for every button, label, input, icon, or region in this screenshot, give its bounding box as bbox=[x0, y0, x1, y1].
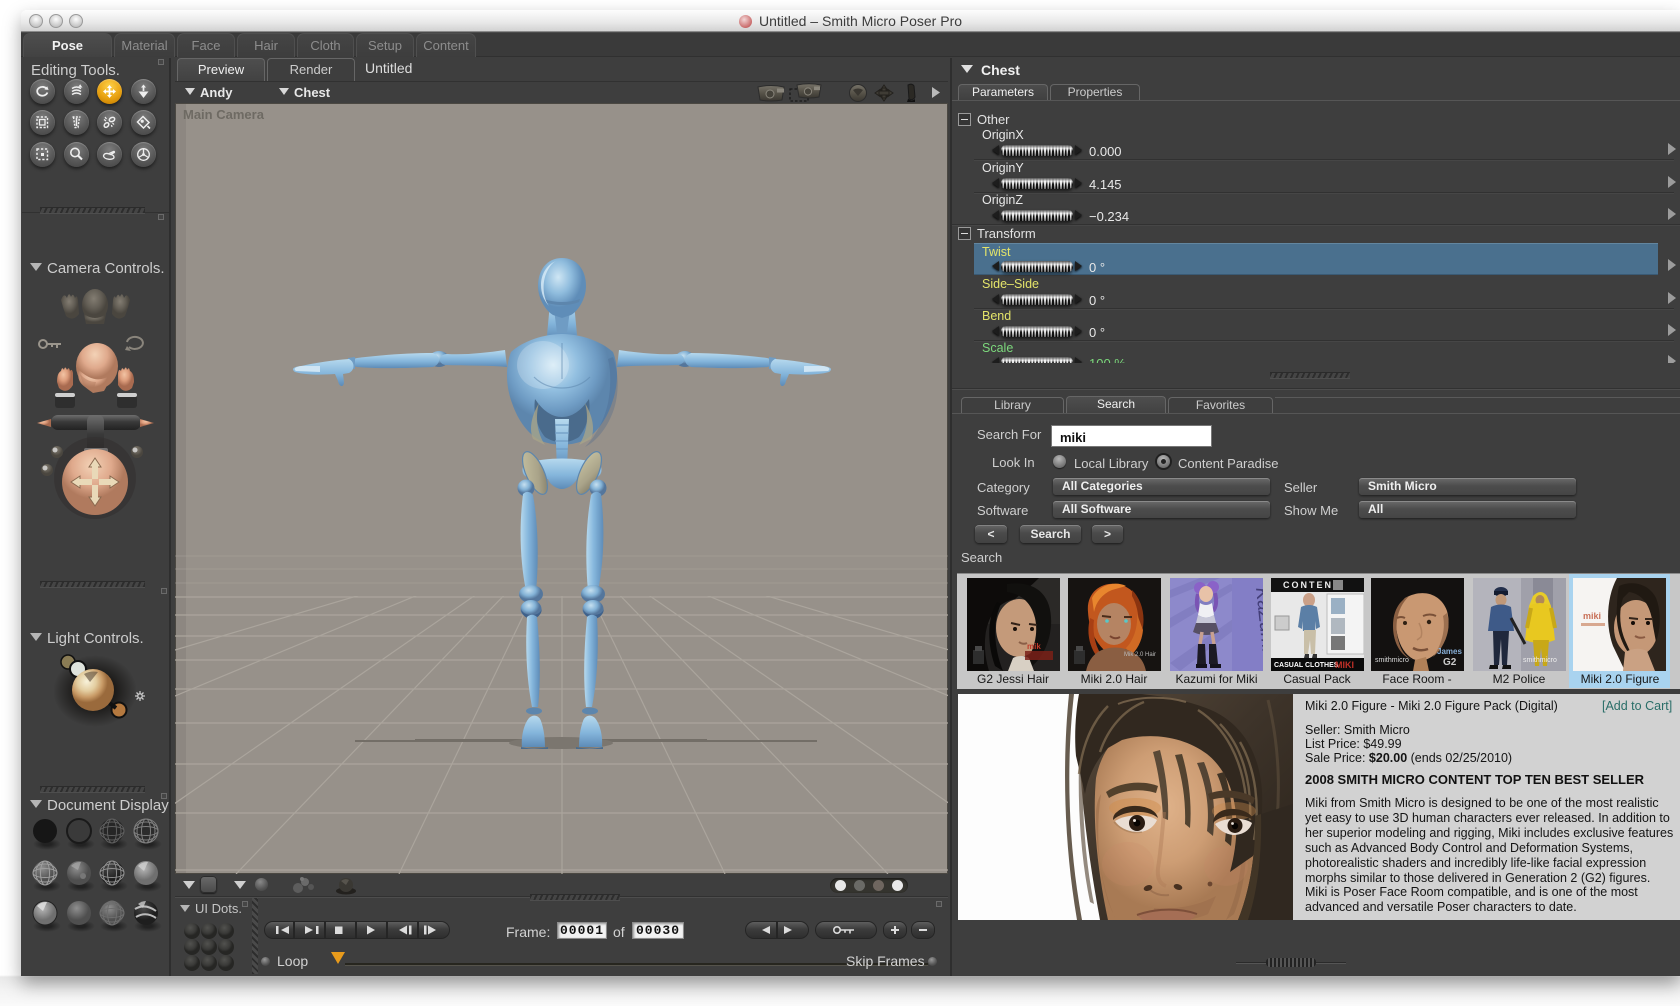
svg-text:smithmicro: smithmicro bbox=[1375, 657, 1409, 664]
svg-text:G2: G2 bbox=[1443, 657, 1457, 668]
svg-text:CASUAL CLOTHES: CASUAL CLOTHES bbox=[1274, 662, 1339, 669]
svg-text:mik: mik bbox=[1027, 642, 1041, 651]
svg-text:Mik 2.0 Hair: Mik 2.0 Hair bbox=[1124, 652, 1156, 658]
svg-text:Main Camera: Main Camera bbox=[183, 107, 265, 122]
svg-text:MIKI: MIKI bbox=[1335, 660, 1354, 670]
svg-text:CONTENT: CONTENT bbox=[1283, 580, 1341, 590]
svg-text:miki: miki bbox=[1583, 611, 1601, 621]
svg-text:James: James bbox=[1437, 647, 1462, 656]
svg-text:smithmicro: smithmicro bbox=[1523, 657, 1557, 664]
